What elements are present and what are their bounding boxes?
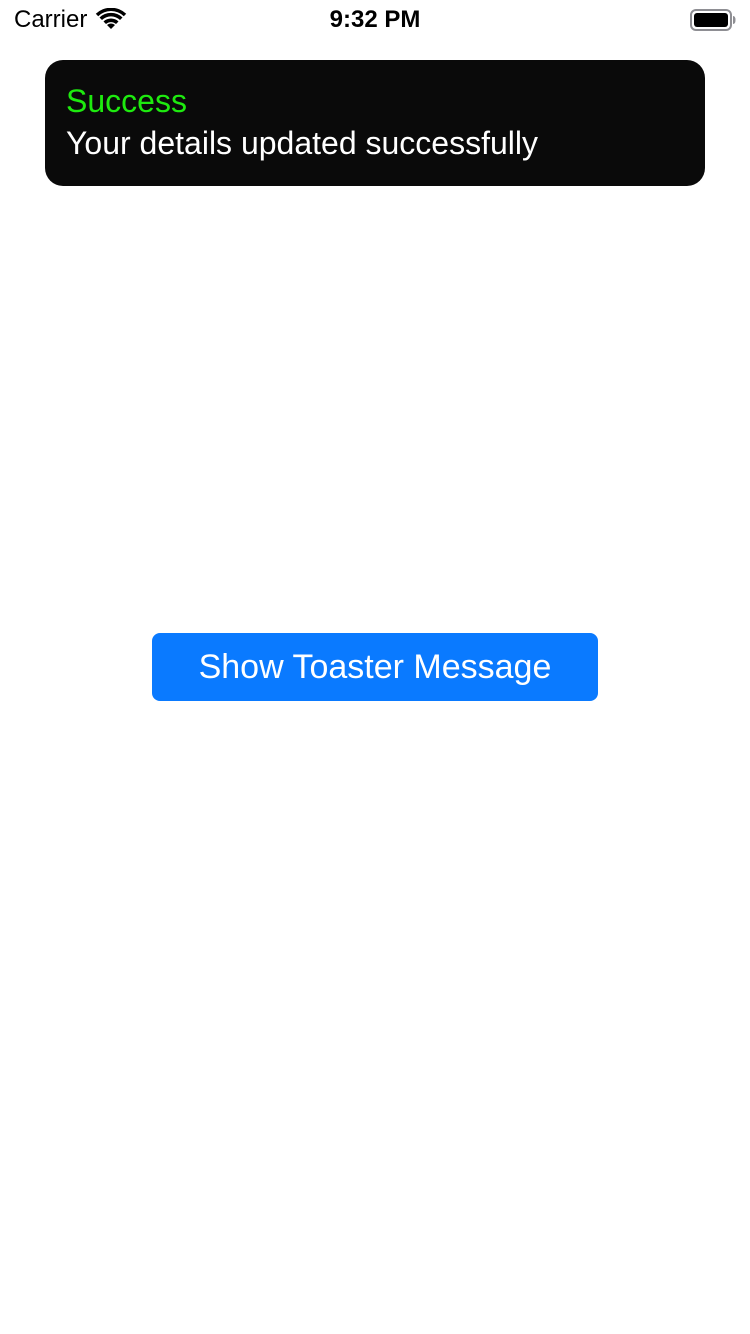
toast-message: Your details updated successfully xyxy=(66,125,538,161)
toast-title: Success xyxy=(66,83,187,119)
status-bar: Carrier 9:32 PM xyxy=(0,0,750,40)
show-toaster-message-button[interactable]: Show Toaster Message xyxy=(152,633,598,701)
app-screen: Carrier 9:32 PM Success Your details upd… xyxy=(0,0,750,1334)
success-toast: Success Your details updated successfull… xyxy=(45,60,705,186)
battery-icon xyxy=(690,9,736,31)
status-time: 9:32 PM xyxy=(329,6,421,33)
